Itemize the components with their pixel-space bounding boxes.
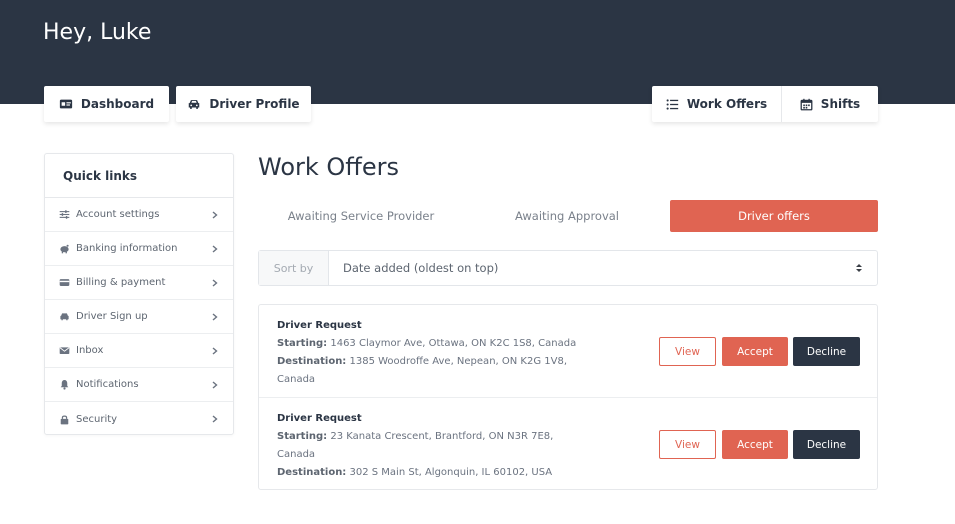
car-icon xyxy=(60,313,69,321)
chevron-right-icon xyxy=(212,380,218,389)
page-title: Work Offers xyxy=(258,153,399,181)
offer-item: Driver Request Starting: 1463 Claymor Av… xyxy=(259,305,877,398)
chevron-right-icon xyxy=(212,312,218,321)
quick-link-billing-payment[interactable]: Billing & payment xyxy=(45,266,233,300)
decline-button[interactable]: Decline xyxy=(793,430,860,459)
chevron-right-icon xyxy=(212,415,218,423)
offer-title: Driver Request xyxy=(277,413,362,424)
work-offers-button[interactable]: Work Offers xyxy=(652,86,782,122)
offer-destination: Destination: 1385 Woodroffe Ave, Nepean,… xyxy=(277,353,577,389)
quick-links-panel: Quick links Account settings Banking inf… xyxy=(44,153,234,435)
offers-list: Driver Request Starting: 1463 Claymor Av… xyxy=(258,304,878,490)
quick-link-label: Account settings xyxy=(76,209,160,220)
quick-link-driver-sign-up[interactable]: Driver Sign up xyxy=(45,300,233,334)
sort-control: Sort by Date added (oldest on top) xyxy=(258,250,878,286)
sort-value: Date added (oldest on top) xyxy=(343,261,499,275)
starting-label: Starting: xyxy=(277,338,328,349)
tab-awaiting-service-provider[interactable]: Awaiting Service Provider xyxy=(258,200,464,232)
offer-starting: Starting: 1463 Claymor Ave, Ottawa, ON K… xyxy=(277,335,577,353)
quick-link-label: Inbox xyxy=(76,345,104,356)
dashboard-button[interactable]: Dashboard xyxy=(44,86,169,122)
shifts-button[interactable]: Shifts xyxy=(782,86,878,122)
lock-icon xyxy=(60,415,69,424)
dashboard-label: Dashboard xyxy=(80,97,155,111)
offer-title: Driver Request xyxy=(277,320,362,331)
quick-link-label: Notifications xyxy=(76,379,139,390)
piggy-bank-icon xyxy=(60,244,69,254)
chevron-right-icon xyxy=(212,278,218,287)
right-nav-group: Work Offers Shifts xyxy=(652,86,878,122)
calendar-icon xyxy=(800,98,813,110)
offer-destination: Destination: 302 S Main St, Algonquin, I… xyxy=(277,464,577,482)
greeting: Hey, Luke xyxy=(43,20,152,45)
driver-profile-button[interactable]: Driver Profile xyxy=(176,86,311,122)
quick-link-label: Driver Sign up xyxy=(76,311,148,322)
sliders-icon xyxy=(59,210,70,219)
accept-button[interactable]: Accept xyxy=(722,337,788,366)
offer-details: Driver Request Starting: 23 Kanata Cresc… xyxy=(277,410,577,482)
starting-label: Starting: xyxy=(277,431,328,442)
chevron-right-icon xyxy=(212,210,218,219)
driver-profile-label: Driver Profile xyxy=(209,97,300,111)
destination-label: Destination: xyxy=(277,356,347,367)
sort-label: Sort by xyxy=(259,251,329,285)
chevron-right-icon xyxy=(212,346,218,355)
sort-select[interactable]: Date added (oldest on top) xyxy=(329,251,877,285)
work-offers-label: Work Offers xyxy=(686,97,768,111)
bell-icon xyxy=(60,380,69,390)
quick-link-inbox[interactable]: Inbox xyxy=(45,334,233,368)
quick-link-label: Billing & payment xyxy=(76,277,166,288)
chevron-right-icon xyxy=(212,244,218,253)
car-icon xyxy=(189,100,200,109)
offer-starting: Starting: 23 Kanata Crescent, Brantford,… xyxy=(277,428,577,464)
quick-link-account-settings[interactable]: Account settings xyxy=(45,198,233,232)
tab-awaiting-approval[interactable]: Awaiting Approval xyxy=(464,200,670,232)
shifts-label: Shifts xyxy=(820,97,861,111)
offer-details: Driver Request Starting: 1463 Claymor Av… xyxy=(277,317,577,389)
destination-label: Destination: xyxy=(277,467,347,478)
quick-link-notifications[interactable]: Notifications xyxy=(45,368,233,402)
quick-link-label: Banking information xyxy=(76,243,178,254)
id-card-icon xyxy=(59,99,73,109)
select-arrows-icon xyxy=(856,264,862,272)
tab-driver-offers[interactable]: Driver offers xyxy=(670,200,878,232)
decline-button[interactable]: Decline xyxy=(793,337,860,366)
offer-tabs: Awaiting Service Provider Awaiting Appro… xyxy=(258,200,878,232)
quick-link-label: Security xyxy=(76,413,118,425)
quick-link-banking-information[interactable]: Banking information xyxy=(45,232,233,266)
accept-button[interactable]: Accept xyxy=(722,430,788,459)
starting-address: 1463 Claymor Ave, Ottawa, ON K2C 1S8, Ca… xyxy=(330,338,577,349)
list-icon xyxy=(666,98,679,110)
quick-links-title: Quick links xyxy=(45,154,233,198)
view-button[interactable]: View xyxy=(659,337,716,366)
destination-address: 302 S Main St, Algonquin, IL 60102, USA xyxy=(349,467,553,478)
offer-item: Driver Request Starting: 23 Kanata Cresc… xyxy=(259,398,877,491)
view-button[interactable]: View xyxy=(659,430,716,459)
quick-link-security[interactable]: Security xyxy=(45,402,233,436)
credit-card-icon xyxy=(59,279,70,286)
envelope-icon xyxy=(59,347,70,354)
